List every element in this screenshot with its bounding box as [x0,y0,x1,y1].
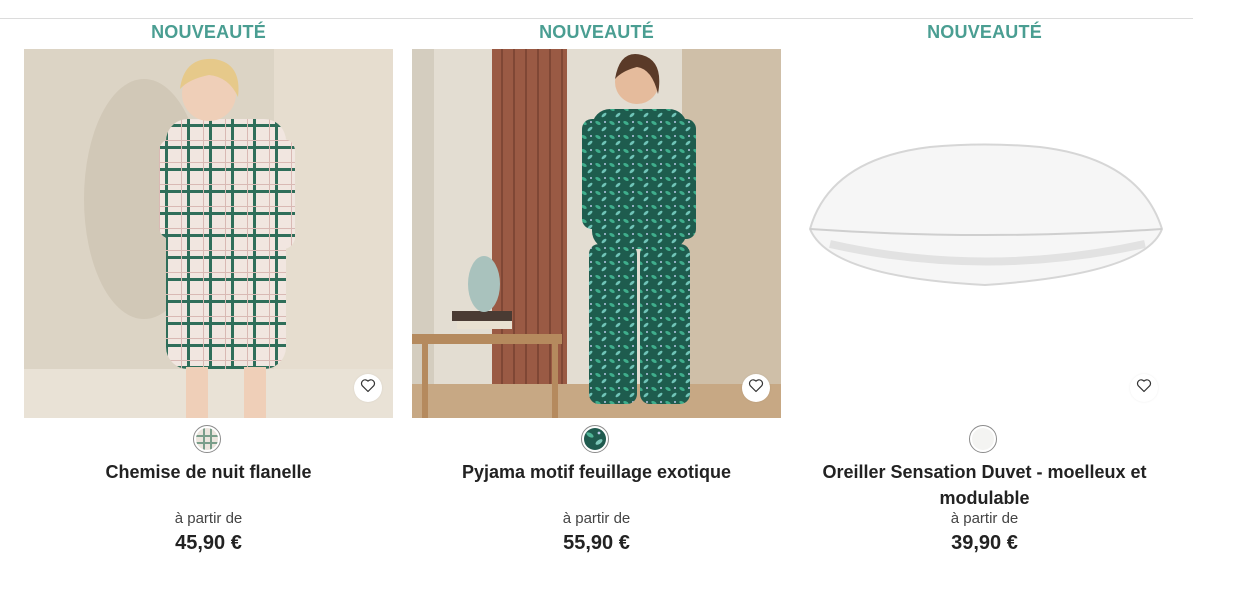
color-swatch[interactable] [581,425,609,453]
swatch-pattern [196,428,218,450]
new-badge: NOUVEAUTÉ [539,22,654,42]
heart-outline-icon [1136,378,1152,398]
product-price: 45,90 € [175,532,242,554]
product-card[interactable]: NOUVEAUTÉ [24,0,393,612]
product-price: 55,90 € [563,532,630,554]
product-image[interactable] [800,49,1169,418]
new-badge: NOUVEAUTÉ [927,22,1042,42]
price-from-label: à partir de [950,510,1019,527]
price-from-label: à partir de [174,510,243,527]
color-swatch[interactable] [969,425,997,453]
favorite-button[interactable] [1130,374,1158,402]
swatch-pattern [584,428,606,450]
favorite-button[interactable] [742,374,770,402]
heart-outline-icon [748,378,764,398]
color-swatch[interactable] [193,425,221,453]
price-from-label: à partir de [562,510,631,527]
new-badge: NOUVEAUTÉ [151,22,266,42]
product-card[interactable]: NOUVEAUTÉ [412,0,781,612]
product-price: 39,90 € [951,532,1018,554]
swatch-fill [972,428,994,450]
product-name[interactable]: Pyjama motif feuillage exotique [412,459,781,485]
product-card[interactable]: NOUVEAUTÉ Oreiller Sensation Duvet - moe… [800,0,1169,612]
heart-outline-icon [360,378,376,398]
product-image[interactable] [24,49,393,418]
product-name[interactable]: Chemise de nuit flanelle [24,459,393,485]
favorite-button[interactable] [354,374,382,402]
product-image[interactable] [412,49,781,418]
product-name[interactable]: Oreiller Sensation Duvet - moelleux et m… [800,459,1169,511]
